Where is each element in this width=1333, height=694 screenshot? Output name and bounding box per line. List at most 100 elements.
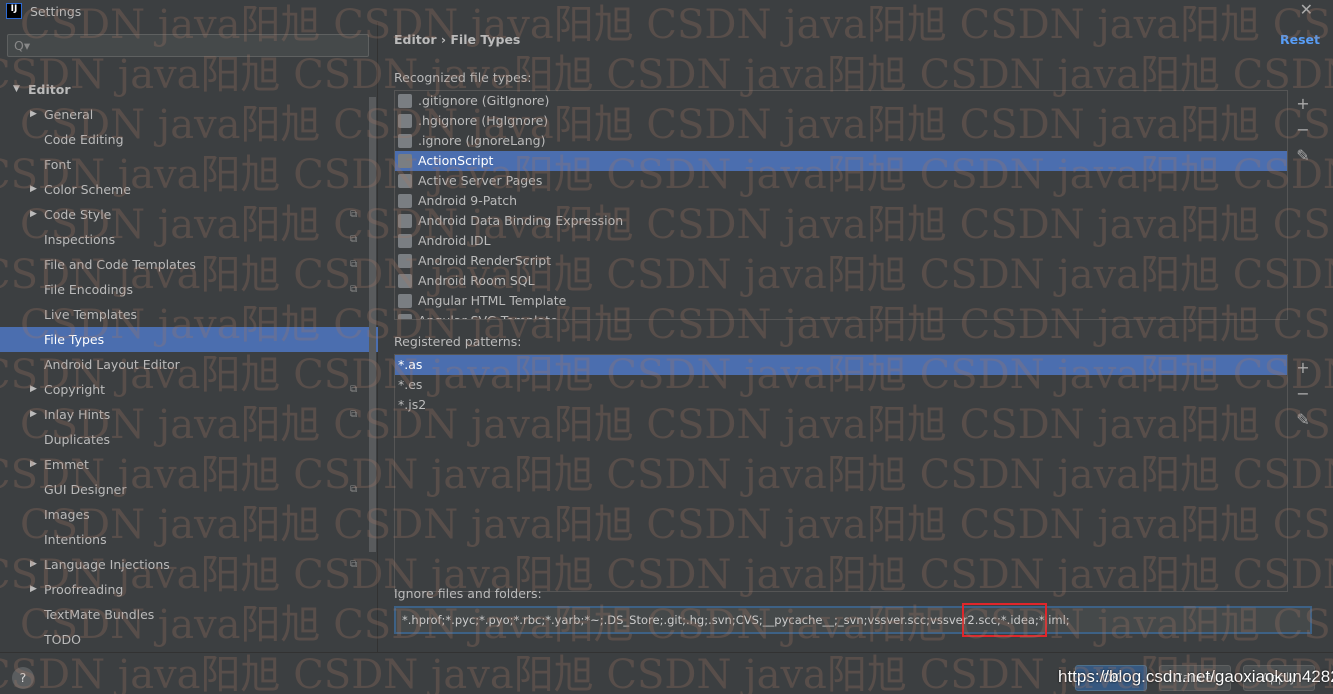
add-file-type-icon[interactable]: + [1293,94,1313,113]
tree-item[interactable]: TextMate Bundles [0,602,378,627]
expand-arrow-icon[interactable]: ▼ [13,77,20,102]
file-type-icon [398,294,412,308]
tree-item[interactable]: ▶ Emmet [0,452,378,477]
tree-item-label: Intentions [44,532,107,547]
list-item-label: Android Data Binding Expression [418,213,624,228]
settings-tree: ▼ Editor ▶ General Code Editing Font ▶ Color Sc… [0,77,378,652]
breadcrumb-current: File Types [450,32,521,47]
tree-item[interactable]: ▶ Code Style ⧉ [0,202,378,227]
expand-arrow-icon[interactable]: ▶ [30,202,37,227]
file-type-icon [398,274,412,288]
intellij-logo-icon: IJ [6,3,22,19]
list-item[interactable]: Android Room SQL [395,271,1287,291]
edit-pattern-icon[interactable]: ✎ [1293,410,1313,429]
tree-item-label: General [44,107,94,122]
ignore-files-input[interactable]: *.hprof;*.pyc;*.pyo;*.rbc;*.yarb;*~;.DS_… [394,606,1312,634]
list-item[interactable]: *.js2 [395,395,1287,415]
expand-arrow-icon[interactable]: ▶ [30,577,37,602]
file-type-icon [398,234,412,248]
tree-item[interactable]: ▶ Inlay Hints ⧉ [0,402,378,427]
edit-file-type-icon[interactable]: ✎ [1293,146,1313,165]
breadcrumb-parent[interactable]: Editor [394,32,437,47]
project-scope-icon: ⧉ [350,234,358,245]
tree-item-label: Code Style [44,207,112,222]
tree-item-label: Live Templates [44,307,138,322]
file-type-icon [398,214,412,228]
expand-arrow-icon[interactable]: ▶ [30,402,37,427]
tree-item[interactable]: Font [0,152,378,177]
help-button[interactable]: ? [12,667,34,689]
tree-item-label: TODO [44,632,81,647]
registered-patterns-list[interactable]: *.as *.es *.js2 [394,354,1288,592]
tree-item[interactable]: TODO [0,627,378,652]
list-item[interactable]: *.as [395,355,1287,375]
list-item[interactable]: .ignore (IgnoreLang) [395,131,1287,151]
tree-item-label: Android Layout Editor [44,357,180,372]
tree-item[interactable]: ▼ Editor [0,77,378,102]
list-item[interactable]: Active Server Pages [395,171,1287,191]
expand-arrow-icon[interactable]: ▶ [30,452,37,477]
tree-item[interactable]: ▶ Color Scheme [0,177,378,202]
remove-file-type-icon[interactable]: − [1293,120,1313,139]
tree-item[interactable]: File and Code Templates ⧉ [0,252,378,277]
expand-arrow-icon[interactable]: ▶ [30,102,37,127]
tree-item[interactable]: Inspections ⧉ [0,227,378,252]
close-icon[interactable]: ✕ [1300,0,1313,19]
tree-item[interactable]: GUI Designer ⧉ [0,477,378,502]
file-type-icon [398,174,412,188]
settings-sidebar: Q▾ ▼ Editor ▶ General Code Editing Font ▶ Color… [0,22,378,652]
reset-link[interactable]: Reset [1280,32,1320,47]
list-item[interactable]: .gitignore (GitIgnore) [395,91,1287,111]
project-scope-icon: ⧉ [350,209,358,220]
file-type-icon [398,154,412,168]
list-item[interactable]: Angular HTML Template [395,291,1287,311]
search-input[interactable]: Q▾ [7,34,369,57]
project-scope-icon: ⧉ [350,384,358,395]
expand-arrow-icon[interactable]: ▶ [30,377,37,402]
tree-item-label: Inspections [44,232,116,247]
list-item[interactable]: Android RenderScript [395,251,1287,271]
list-item[interactable]: Android 9-Patch [395,191,1287,211]
tree-item-label: Code Editing [44,132,124,147]
list-item-label: Angular HTML Template [418,293,567,308]
expand-arrow-icon[interactable]: ▶ [30,177,37,202]
tree-item[interactable]: ▶ Copyright ⧉ [0,377,378,402]
list-item-label: *.as [398,357,423,372]
tree-item[interactable]: Android Layout Editor [0,352,378,377]
tree-item[interactable]: ▶ Proofreading [0,577,378,602]
list-item-label: Android Room SQL [418,273,535,288]
list-item[interactable]: *.es [395,375,1287,395]
tree-item-label: Color Scheme [44,182,131,197]
tree-item[interactable]: Intentions [0,527,378,552]
highlight-box [962,603,1047,637]
list-item[interactable]: Angular SVG Template [395,311,1287,319]
add-pattern-icon[interactable]: + [1293,358,1313,377]
tree-item[interactable]: Live Templates [0,302,378,327]
tree-item-label: Language Injections [44,557,170,572]
tree-item[interactable]: ▶ Language Injections ⧉ [0,552,378,577]
tree-item-label: Duplicates [44,432,111,447]
list-item-label: .ignore (IgnoreLang) [418,133,546,148]
list-item-label: ActionScript [418,153,494,168]
list-item-label: Android RenderScript [418,253,552,268]
ignore-label: Ignore files and folders: [394,586,542,601]
sidebar-scrollbar[interactable] [369,97,376,552]
recognized-file-types-list[interactable]: .gitignore (GitIgnore) .hgignore (HgIgnor… [394,90,1288,320]
project-scope-icon: ⧉ [350,559,358,570]
tree-item[interactable]: File Types [0,327,378,352]
expand-arrow-icon[interactable]: ▶ [30,552,37,577]
tree-item-label: Images [44,507,90,522]
tree-item[interactable]: Duplicates [0,427,378,452]
list-item[interactable]: Android Data Binding Expression [395,211,1287,231]
tree-item-label: File and Code Templates [44,257,196,272]
remove-pattern-icon[interactable]: − [1293,384,1313,403]
tree-item[interactable]: Code Editing [0,127,378,152]
list-item[interactable]: .hgignore (HgIgnore) [395,111,1287,131]
patterns-label: Registered patterns: [394,334,522,349]
list-item[interactable]: Android IDL [395,231,1287,251]
tree-item[interactable]: File Encodings ⧉ [0,277,378,302]
tree-item[interactable]: Images [0,502,378,527]
tree-item[interactable]: ▶ General [0,102,378,127]
list-item[interactable]: ActionScript [395,151,1287,171]
file-type-icon [398,254,412,268]
